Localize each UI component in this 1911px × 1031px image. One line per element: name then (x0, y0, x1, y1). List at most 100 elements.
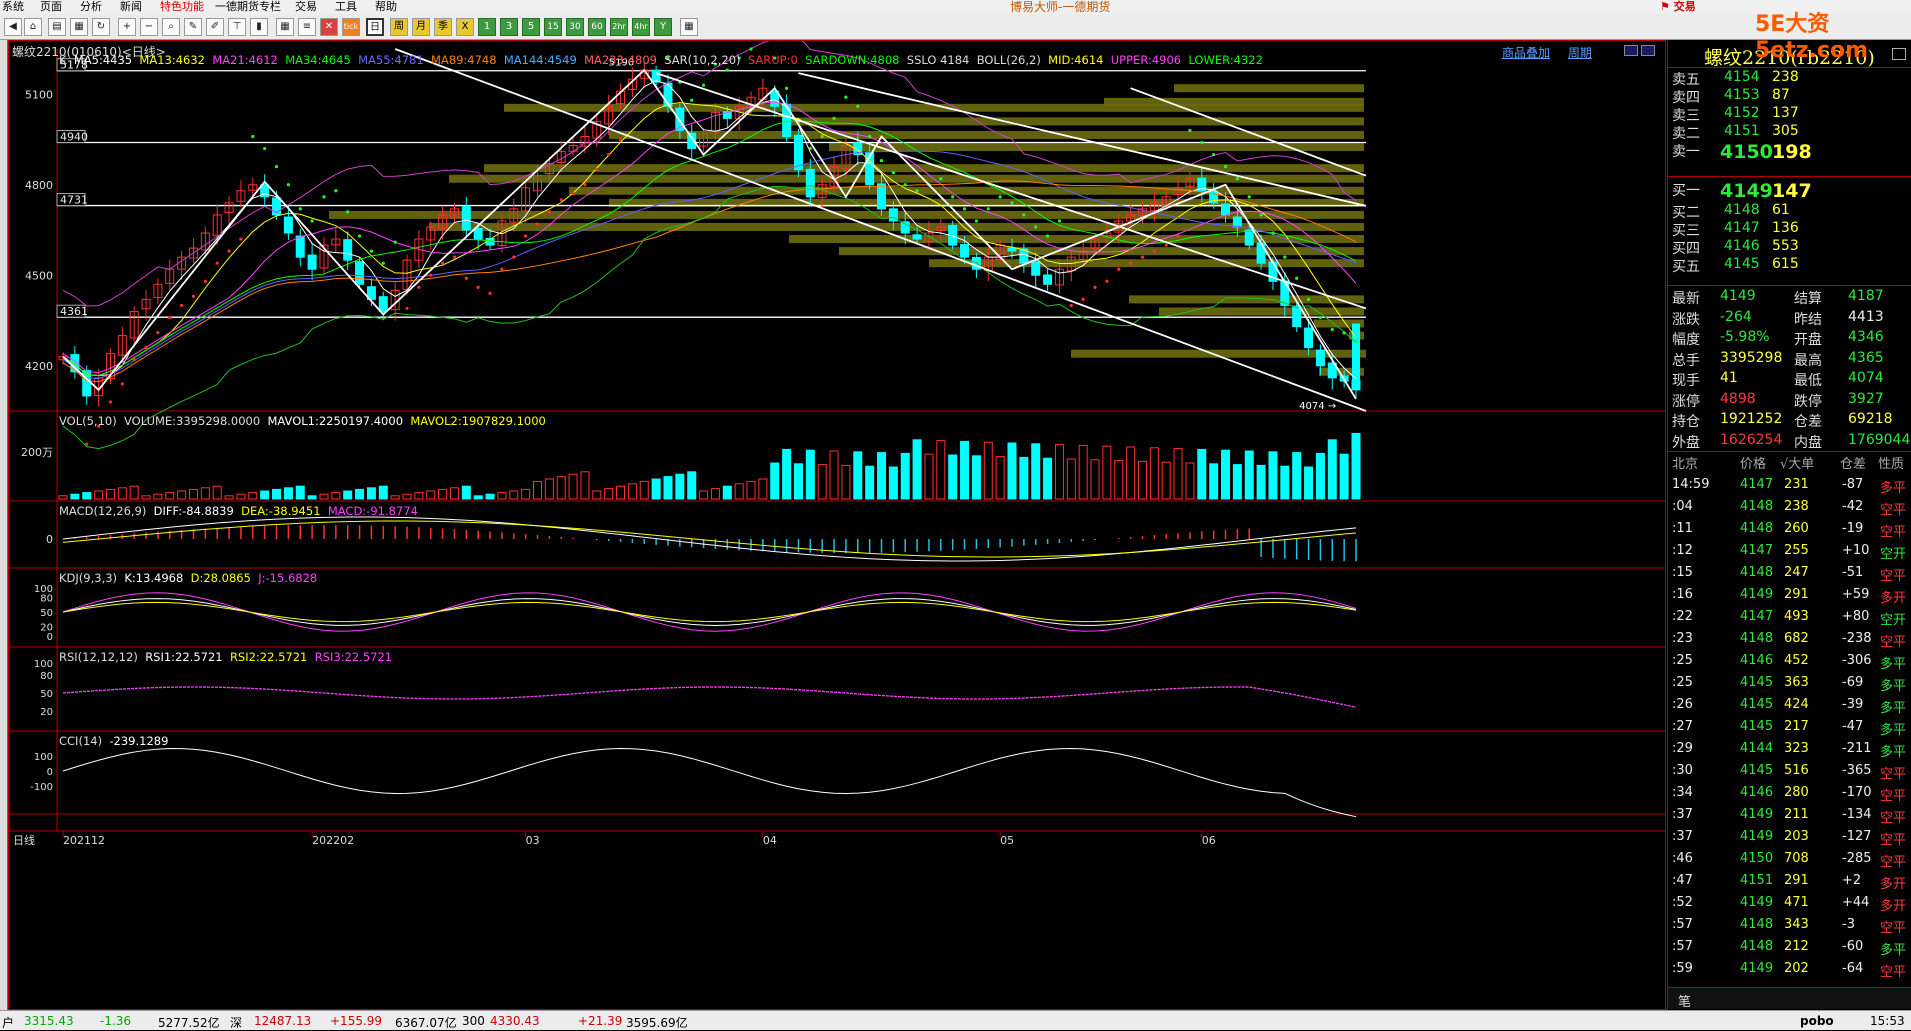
tick-row[interactable]: :37 4149 211 -134 空平 (1668, 804, 1911, 826)
tick-row[interactable]: :23 4148 682 -238 空平 (1668, 628, 1911, 650)
window-max-icon[interactable] (1641, 45, 1655, 56)
calendar-icon[interactable]: ▦ (70, 18, 88, 36)
tick-row[interactable]: :22 4147 493 +80 空开 (1668, 606, 1911, 628)
kline-chart-svg[interactable]: 5100480045004200517849404731436151904074… (9, 41, 1665, 1009)
pen-icon[interactable]: ✎ (184, 18, 202, 36)
tick-button[interactable]: tick (342, 18, 360, 36)
tick-row[interactable]: :25 4145 363 -69 多平 (1668, 672, 1911, 694)
volume-bar (1102, 445, 1112, 500)
sar-dot (144, 346, 148, 350)
period-link[interactable]: 周期 (1568, 46, 1592, 60)
rsi1: RSI1:22.5721 (145, 650, 223, 664)
weekly-button[interactable]: 周 (390, 18, 408, 36)
tick-row[interactable]: :12 4147 255 +10 空开 (1668, 540, 1911, 562)
tick-time: :25 (1672, 675, 1693, 690)
2h-button[interactable]: 2hr (610, 18, 628, 36)
home-icon[interactable]: ⌂ (24, 18, 42, 36)
quarterly-button[interactable]: 季 (434, 18, 452, 36)
tick-row[interactable]: :37 4149 203 -127 空平 (1668, 826, 1911, 848)
menu-analysis[interactable]: 分析 (80, 0, 102, 14)
tick-row[interactable]: :57 4148 343 -3 空平 (1668, 914, 1911, 936)
60m-button[interactable]: 60 (588, 18, 606, 36)
back-icon[interactable]: ◀ (4, 18, 22, 36)
tick-row[interactable]: :11 4148 260 -19 空平 (1668, 518, 1911, 540)
zoom-out-icon[interactable]: − (140, 18, 158, 36)
x-button[interactable]: X (456, 18, 474, 36)
30m-button[interactable]: 30 (566, 18, 584, 36)
menu-system[interactable]: 系统 (2, 0, 24, 14)
tick-row[interactable]: :29 4144 323 -211 多平 (1668, 738, 1911, 760)
tick-time: :57 (1672, 917, 1693, 932)
tick-row[interactable]: :34 4146 280 -170 空平 (1668, 782, 1911, 804)
tick-volume: 217 (1784, 719, 1809, 734)
volume-bar (1292, 452, 1302, 500)
tick-nature: 空平 (1880, 855, 1907, 870)
window-restore-icon[interactable] (1624, 45, 1638, 56)
tick-list[interactable]: 14:59 4147 231 -87 多平:04 4148 238 -42 空平:11 4148 2… (1668, 474, 1911, 980)
sar-dot (440, 261, 445, 265)
menu-help[interactable]: 帮助 (375, 0, 397, 14)
trade-button[interactable]: ⚑ 交易 (1660, 0, 1696, 14)
daily-button[interactable]: 日 (366, 18, 384, 36)
volume-bar (449, 487, 459, 500)
calculator-icon[interactable]: ▦ (680, 18, 698, 36)
4h-button[interactable]: 4hr (632, 18, 650, 36)
app-title: 博易大师-一德期货 (1010, 0, 1111, 14)
tick-row[interactable]: :59 4149 202 -64 空平 (1668, 958, 1911, 980)
1m-button[interactable]: 1 (478, 18, 496, 36)
3m-button[interactable]: 3 (500, 18, 518, 36)
kdj-axis-label: 50 (40, 608, 53, 619)
tick-row[interactable]: :25 4146 452 -306 多平 (1668, 650, 1911, 672)
menu-trade[interactable]: 交易 (295, 0, 317, 14)
menu-tools[interactable]: 工具 (335, 0, 357, 14)
yearly-button[interactable]: Y (654, 18, 672, 36)
stat-label: 最新 (1672, 291, 1700, 307)
overlay-link[interactable]: 商品叠加 (1502, 46, 1550, 60)
tick-nature: 空平 (1880, 833, 1907, 848)
tick-row[interactable]: :26 4145 424 -39 多平 (1668, 694, 1911, 716)
tick-row[interactable]: :57 4148 212 -60 多平 (1668, 936, 1911, 958)
menu-page[interactable]: 页面 (40, 0, 62, 14)
tick-row[interactable]: :47 4151 291 +2 多开 (1668, 870, 1911, 892)
sar-dot (749, 47, 753, 51)
volume-bar (936, 440, 946, 500)
refresh-icon[interactable]: ↻ (92, 18, 110, 36)
pin-icon[interactable]: ⊤ (228, 18, 246, 36)
list-icon[interactable]: ≡ (298, 18, 316, 36)
boll-mid-label: MID:4614 (1048, 53, 1104, 67)
search-icon[interactable]: ⌕ (162, 18, 180, 36)
draw-icon[interactable]: ✐ (206, 18, 224, 36)
sar-dot (559, 198, 563, 202)
menu-yide-column[interactable]: 一德期货专栏 (215, 0, 281, 14)
stat-label: 最低 (1794, 373, 1822, 389)
monthly-button[interactable]: 月 (412, 18, 430, 36)
boll-label: BOLL(26,2) (976, 53, 1041, 67)
folder-icon[interactable]: ▤ (48, 18, 66, 36)
indicator-icon[interactable]: ✕ (320, 18, 338, 36)
menu-news[interactable]: 新闻 (120, 0, 142, 14)
menu-bar: 系统 页面 分析 新闻 特色功能 一德期货专栏 交易 工具 帮助 博易大师-一德… (0, 0, 1911, 14)
candle (912, 234, 922, 240)
tick-row[interactable]: :04 4148 238 -42 空平 (1668, 496, 1911, 518)
sar-dot (571, 192, 575, 196)
tick-tab[interactable]: 笔 (1678, 991, 1691, 1010)
zoom-in-icon[interactable]: + (118, 18, 136, 36)
tick-row[interactable]: :15 4148 247 -51 空平 (1668, 562, 1911, 584)
tick-row[interactable]: :46 4150 708 -285 空平 (1668, 848, 1911, 870)
15m-button[interactable]: 15 (544, 18, 562, 36)
table-icon[interactable]: ▦ (276, 18, 294, 36)
tick-row[interactable]: :52 4149 471 +44 多开 (1668, 892, 1911, 914)
bid-row: 买四 4146 553 (1668, 238, 1911, 258)
tick-row[interactable]: :16 4149 291 +59 多开 (1668, 584, 1911, 606)
volume-bar (153, 493, 163, 500)
tick-row[interactable]: :30 4145 516 -365 空平 (1668, 760, 1911, 782)
stats-icon[interactable]: ▮ (250, 18, 268, 36)
volume-bar (366, 487, 376, 500)
tick-row[interactable]: :27 4145 217 -47 多平 (1668, 716, 1911, 738)
5m-button[interactable]: 5 (522, 18, 540, 36)
tick-row[interactable]: 14:59 4147 231 -87 多平 (1668, 474, 1911, 496)
menu-features[interactable]: 特色功能 (160, 0, 204, 14)
bid-row: 买三 4147 136 (1668, 220, 1911, 240)
chart-panel[interactable]: 5100 4800 4500 4200 5178 4940 4731 4361 5190 4074… (8, 40, 1666, 1010)
left-tab-strip[interactable] (0, 40, 8, 1010)
